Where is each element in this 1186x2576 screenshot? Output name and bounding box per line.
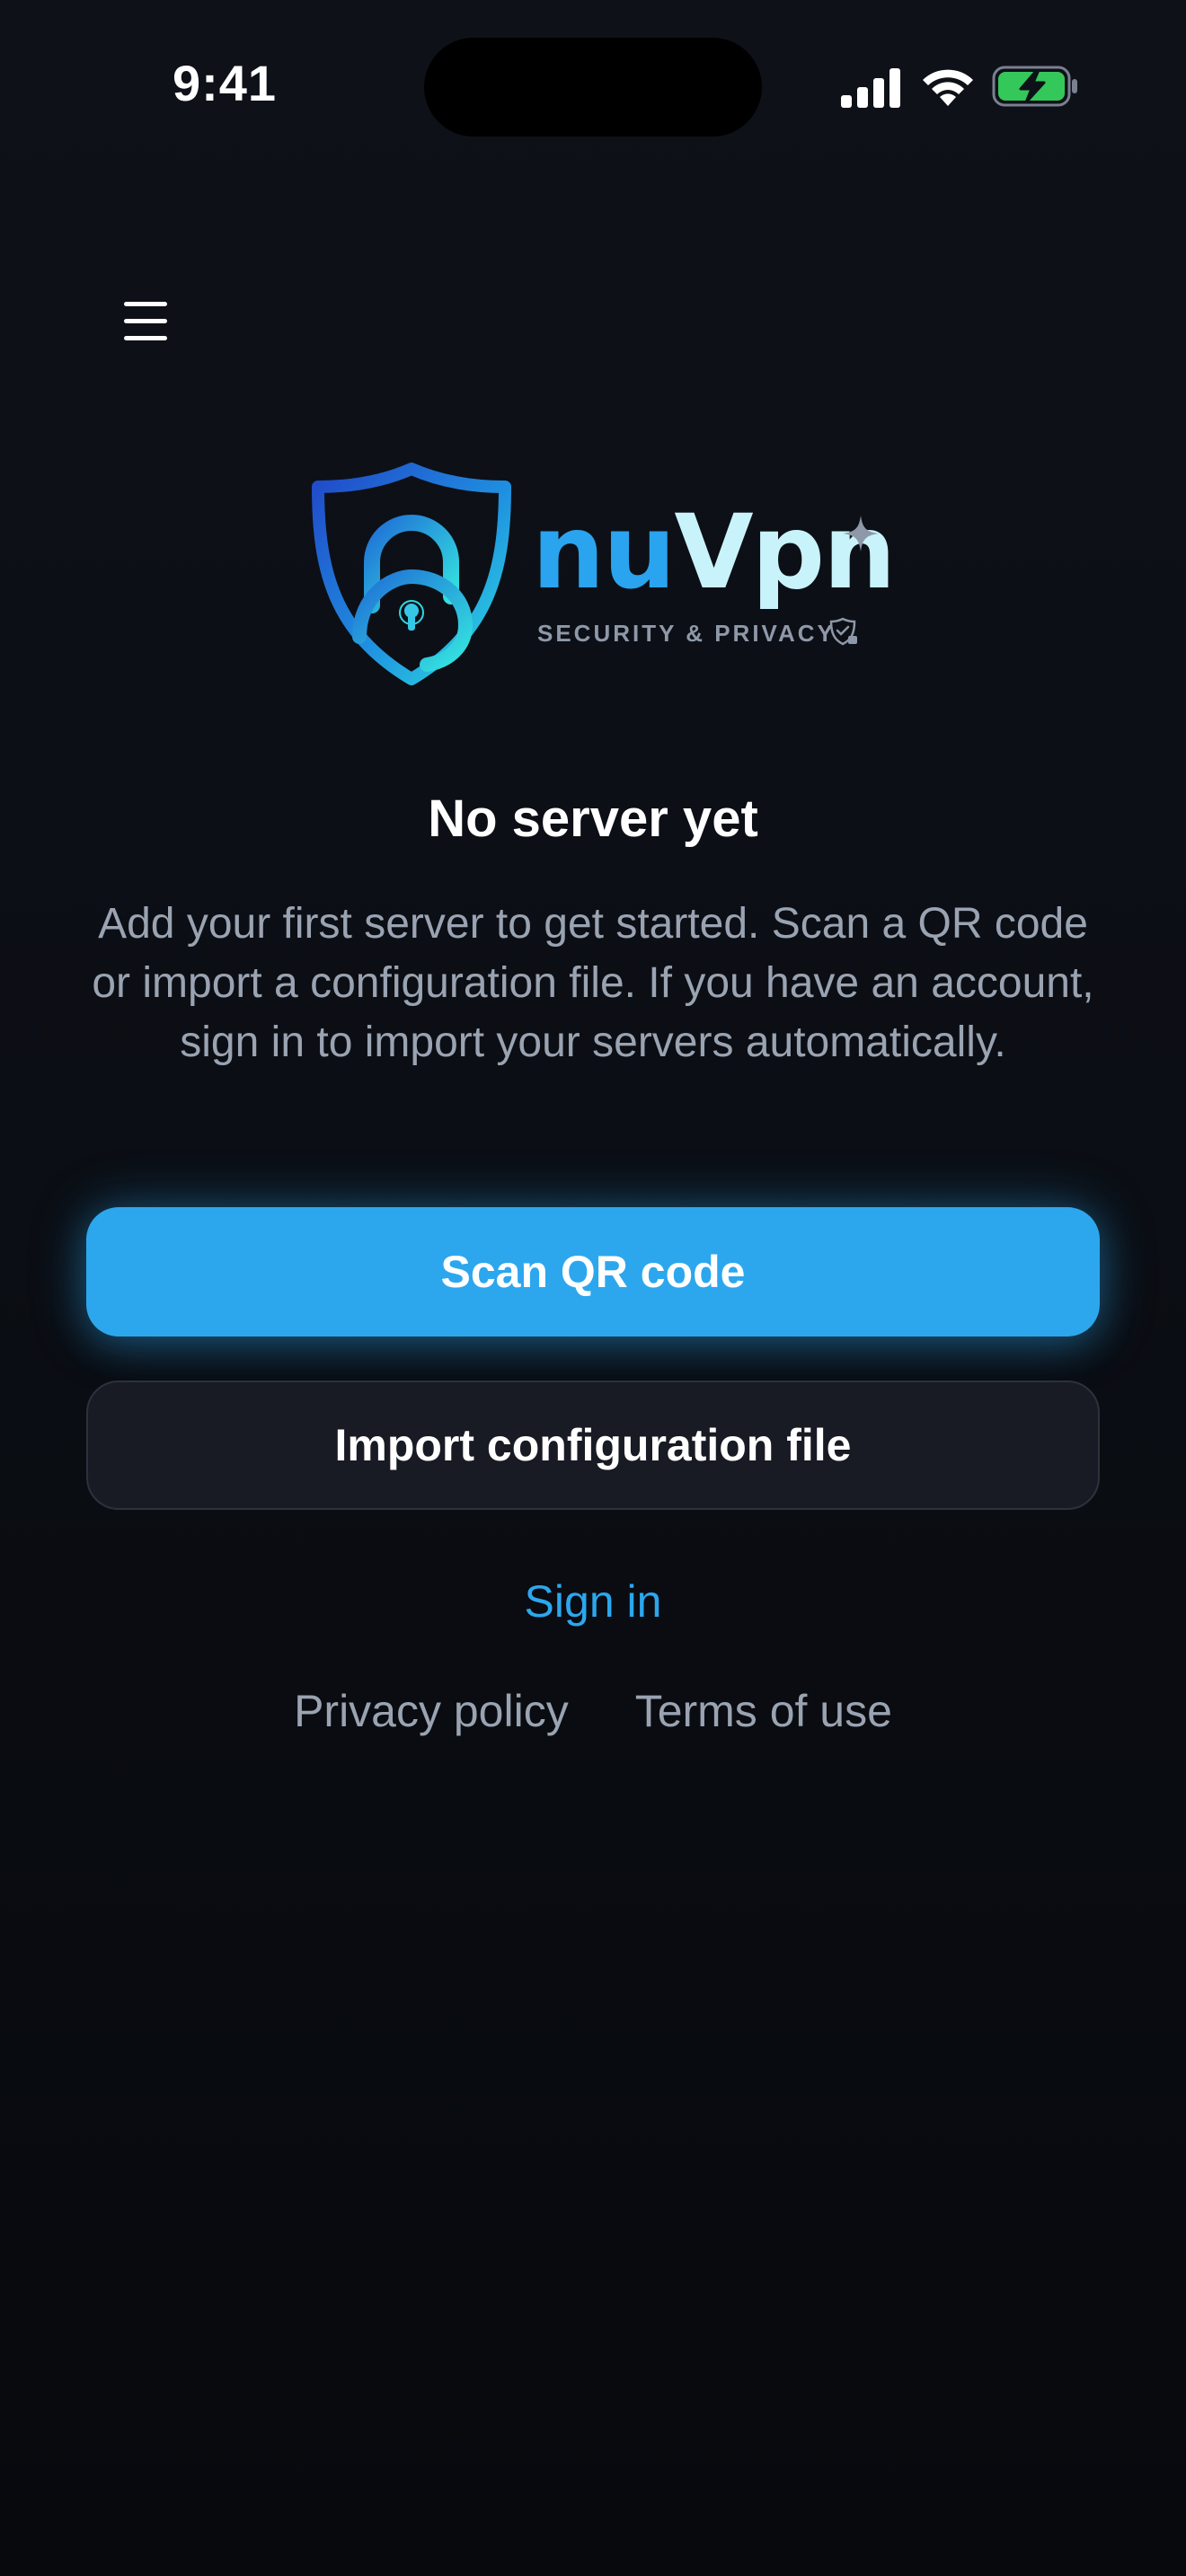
brand-name: nuVpn bbox=[532, 501, 896, 604]
empty-state-description: Add your first server to get started. Sc… bbox=[92, 900, 1094, 1066]
brand-name-nu: nu bbox=[532, 492, 676, 612]
terms-of-use-link[interactable]: Terms of use bbox=[635, 1685, 892, 1737]
footer-links: Privacy policy Terms of use bbox=[0, 1685, 1186, 1737]
status-time: 9:41 bbox=[172, 55, 278, 111]
wifi-icon bbox=[923, 69, 973, 106]
hamburger-menu-icon bbox=[124, 302, 167, 340]
import-configuration-file-label: Import configuration file bbox=[334, 1420, 852, 1470]
menu-button[interactable] bbox=[117, 293, 174, 350]
app-logo: nuVpn SECURITY & PRIVACY bbox=[305, 456, 896, 690]
sign-in-link[interactable]: Sign in bbox=[0, 1575, 1186, 1628]
empty-state-title: No server yet bbox=[428, 790, 758, 848]
battery-charging-icon bbox=[992, 66, 1077, 107]
shield-lock-logo-icon bbox=[312, 463, 511, 685]
scan-qr-code-label: Scan QR code bbox=[440, 1247, 746, 1297]
signal-icon bbox=[841, 68, 900, 108]
sparkle-icon bbox=[843, 516, 879, 551]
scan-qr-code-button[interactable]: Scan QR code bbox=[86, 1207, 1100, 1337]
shield-check-icon bbox=[829, 617, 857, 646]
dynamic-island bbox=[424, 38, 762, 137]
status-bar: 9:41 bbox=[0, 0, 1186, 171]
privacy-policy-link[interactable]: Privacy policy bbox=[294, 1685, 569, 1737]
brand-tagline: SECURITY & PRIVACY bbox=[537, 620, 836, 647]
import-configuration-file-button[interactable]: Import configuration file bbox=[86, 1381, 1100, 1510]
status-icons bbox=[839, 65, 1082, 110]
